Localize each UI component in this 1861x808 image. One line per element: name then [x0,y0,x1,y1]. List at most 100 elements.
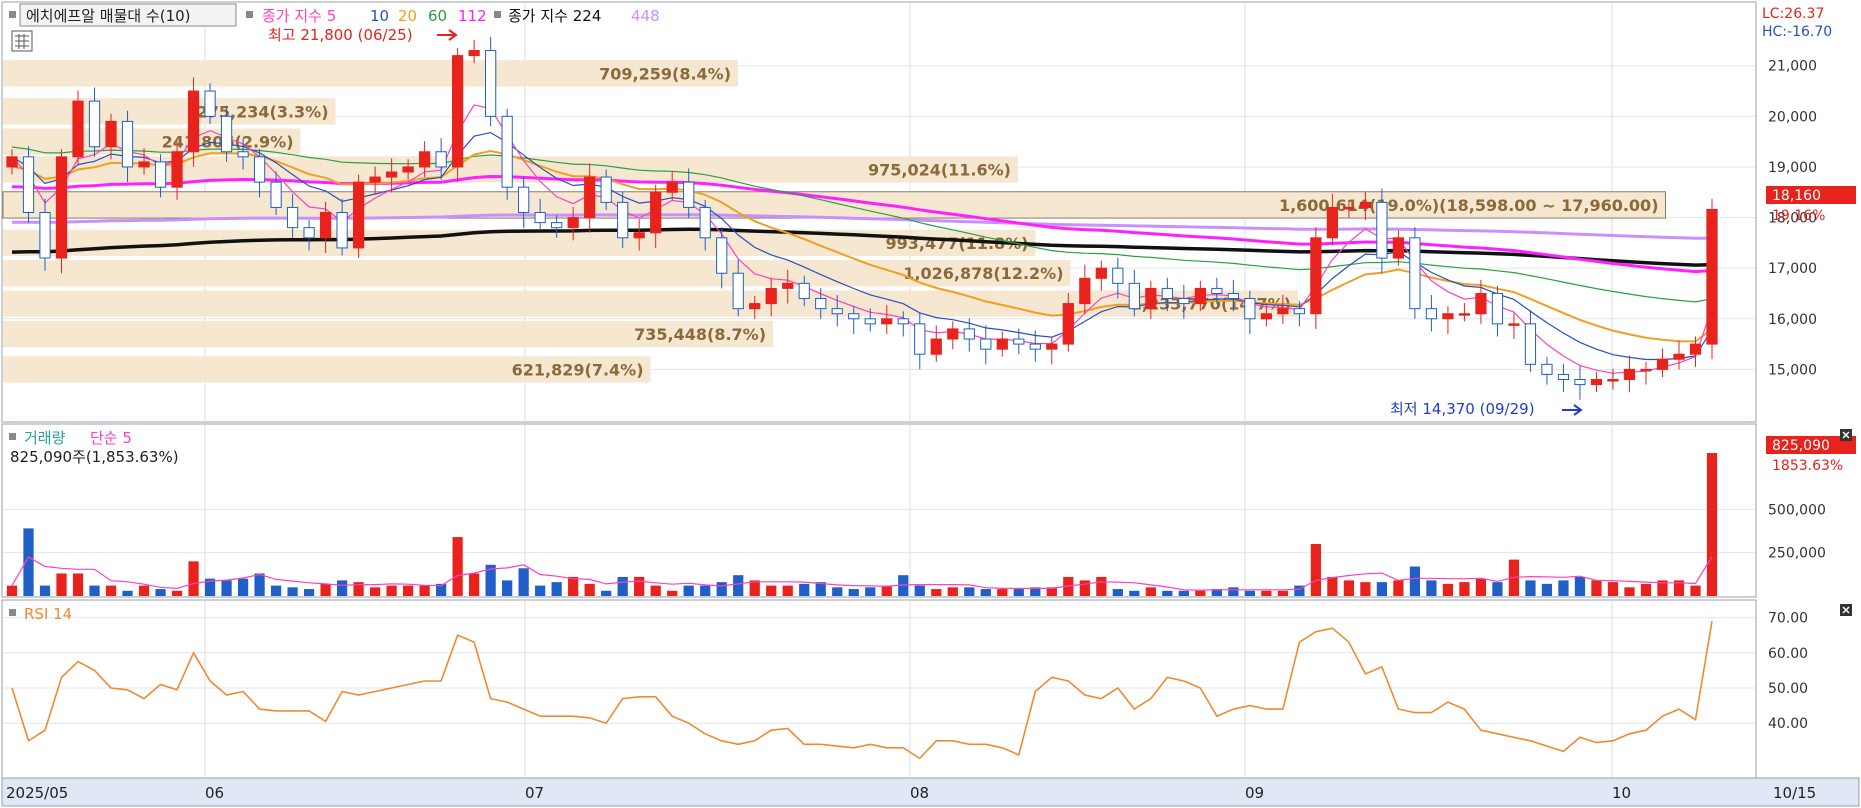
volume-bar [1393,580,1404,596]
candle-body [303,227,315,239]
volume-bar [914,585,925,596]
hc-value: HC:-16.70 [1762,24,1832,40]
candle-body [1293,308,1305,315]
volume-bar [155,589,166,596]
candle-body [1673,353,1685,360]
volume-bar [6,585,18,596]
low-annotation: 최저 14,370 (09/29) [1390,400,1535,418]
candle-body [286,206,299,229]
ma2-label: 종가 지수 224 [508,7,601,25]
grid-toggle-icon[interactable] [11,30,33,52]
volume-bar [1310,544,1321,596]
volume-bar [1244,590,1255,596]
candle-body [1392,237,1405,259]
candle-body [1145,287,1157,310]
volume-bar [1195,590,1206,596]
volume-bar [683,585,694,596]
volume-bar [1096,576,1107,596]
ma-period-112: 112 [458,7,487,25]
candle-body [897,318,909,325]
volume-bar [1640,583,1652,596]
candle-body [1442,313,1454,320]
candle-body [1013,338,1025,345]
candle-body [765,287,777,305]
volume-profile-label: 735,448(8.7%) [634,325,766,344]
volume-bar [1475,578,1487,596]
volume-profile-label: 621,829(7.4%) [512,360,644,379]
volume-bar [766,585,777,596]
volume-bar [1112,589,1123,596]
volume-title: 거래량 [24,429,66,447]
candle-body [567,217,579,229]
candle-body [996,338,1008,350]
volume-bar [634,576,645,596]
candle-body [1689,343,1702,355]
candle-body [237,151,249,158]
candle-body [1128,282,1140,310]
candle-body [1706,208,1718,345]
indicator-title: 에치에프알 매물대 수(10) [26,7,191,25]
candle-body [617,201,629,239]
volume-bar [568,576,579,596]
candle-body [369,176,381,183]
volume-bar [667,590,678,596]
volume-bar [1574,576,1586,596]
volume-bar [931,589,942,596]
candle-body [501,115,513,188]
candle-body [6,156,18,168]
candle-body [633,232,645,239]
candle-body [1326,206,1339,239]
volume-bar [1079,580,1090,596]
x-tick-label: 10 [1612,784,1631,802]
volume-bar [105,585,117,596]
volume-profile-bar [3,290,1298,317]
x-tick-label: 2025/05 [6,784,68,802]
candle-body [782,282,794,289]
legend-square-icon [494,11,501,18]
volume-bar [1624,587,1635,596]
price-tick-label: 20,000 [1768,109,1817,125]
rsi-tick-label: 70.00 [1768,611,1808,627]
volume-bar [320,583,331,596]
volume-bar [270,585,282,596]
volume-current-value: 825,090 [1772,438,1830,454]
candle-body [749,303,761,310]
volume-bar [980,589,991,596]
x-tick-label: 09 [1245,784,1264,802]
candle-body [121,120,134,168]
close-rsi-panel-icon[interactable] [1840,604,1852,616]
high-annotation: 최고 21,800 (06/25) [268,26,413,44]
volume-bar [369,587,381,596]
volume-bar [518,568,529,596]
candle-body [1623,368,1636,381]
volume-bar [452,537,463,596]
candle-body [699,206,711,239]
volume-bar [1409,566,1421,596]
ma2-period-448: 448 [631,7,660,25]
candle-body [1343,206,1355,210]
candle-body [666,181,678,193]
close-volume-panel-icon[interactable] [1840,429,1852,441]
volume-bar [1228,587,1239,596]
volume-bar [221,580,232,596]
candle-body [1409,237,1421,310]
volume-bar [865,587,876,596]
legend-square-icon [9,433,16,440]
volume-bar [584,583,595,596]
rsi-tick-label: 60.00 [1768,646,1808,662]
candle-body [88,100,101,148]
legend-square-icon [9,11,16,18]
volume-bar [1690,585,1701,596]
volume-profile-label: 1,026,878(12.2%) [903,264,1063,283]
candle-body [385,171,398,178]
candle-body [485,50,497,117]
volume-bar [947,587,958,596]
price-tick-label: 16,000 [1768,312,1817,328]
volume-profile-label: 975,024(11.6%) [868,160,1011,179]
candle-body [435,151,447,168]
candle-body [584,176,596,219]
candle-body [551,222,563,229]
x-axis-bar [1,777,1860,807]
volume-bar [39,585,51,596]
volume-bar [237,578,249,596]
